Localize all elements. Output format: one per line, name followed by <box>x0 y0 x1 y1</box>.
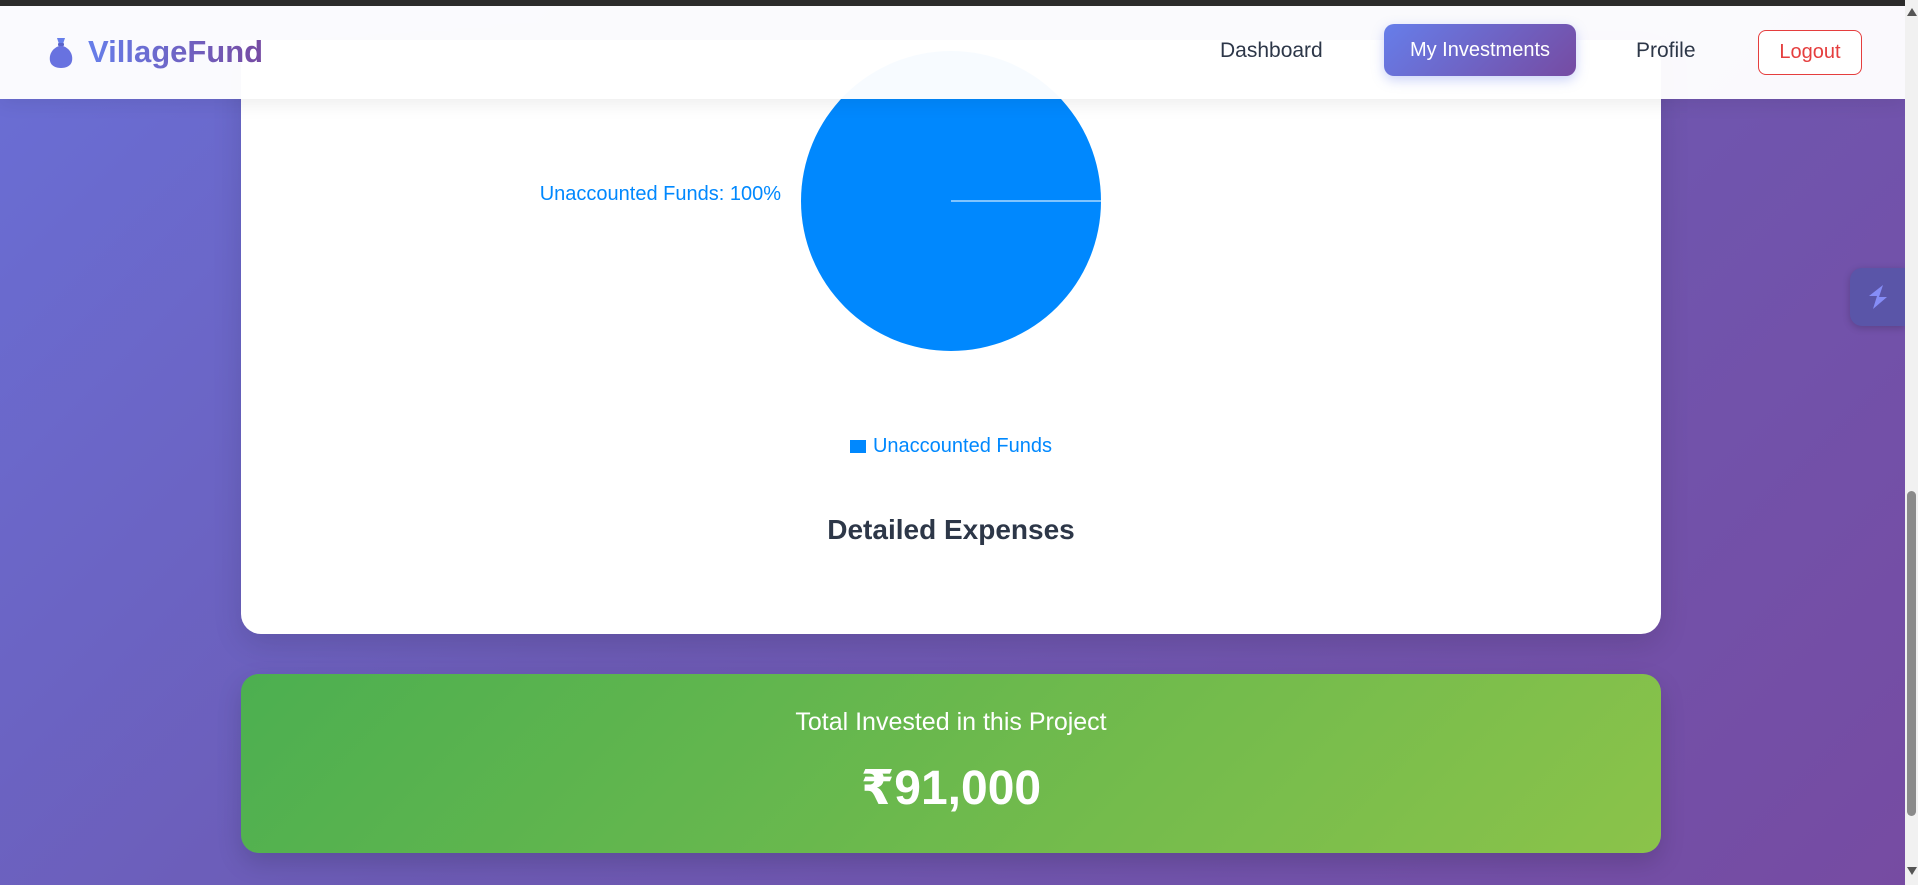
expense-breakdown-card: Unaccounted Funds: 100% Unaccounted Fund… <box>241 40 1661 634</box>
extension-floating-button[interactable] <box>1850 268 1905 326</box>
scroll-down-arrow-icon[interactable] <box>1907 867 1917 875</box>
nav-profile[interactable]: Profile <box>1636 39 1696 63</box>
scroll-up-arrow-icon[interactable] <box>1907 8 1917 16</box>
pie-slice-label: Unaccounted Funds: 100% <box>539 183 781 205</box>
scrollbar-thumb[interactable] <box>1907 491 1916 816</box>
total-invested-amount: ₹91,000 <box>860 762 1042 815</box>
extension-logo-icon <box>1868 285 1887 309</box>
nav-my-investments[interactable]: My Investments <box>1384 24 1576 76</box>
logout-button[interactable]: Logout <box>1758 30 1862 75</box>
nav-dashboard[interactable]: Dashboard <box>1220 39 1323 63</box>
brand-name: VillageFund <box>88 34 264 69</box>
page-scrollbar[interactable] <box>1905 0 1918 885</box>
brand-logo[interactable]: VillageFund <box>46 34 263 70</box>
top-navbar: VillageFund Dashboard My Investments Pro… <box>0 6 1905 99</box>
browser-top-edge <box>0 0 1918 6</box>
money-bag-icon <box>49 38 73 68</box>
expense-pie-chart <box>801 51 1101 351</box>
pie-legend: Unaccounted Funds <box>241 435 1661 458</box>
total-invested-label: Total Invested in this Project <box>795 708 1107 736</box>
legend-swatch <box>849 440 866 453</box>
total-invested-card: Total Invested in this Project ₹91,000 <box>241 674 1661 853</box>
legend-item-label[interactable]: Unaccounted Funds <box>873 435 1052 458</box>
detailed-expenses-heading: Detailed Expenses <box>827 514 1075 545</box>
